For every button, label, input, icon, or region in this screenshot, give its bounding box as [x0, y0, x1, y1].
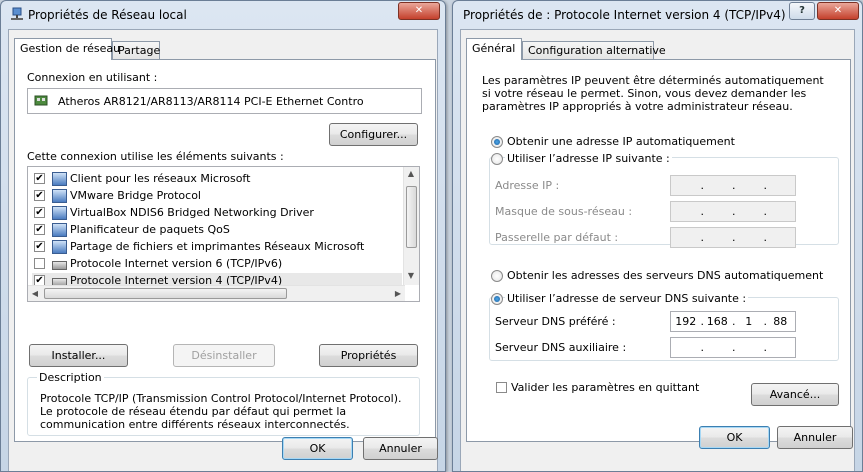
service-icon	[52, 189, 67, 203]
ip-manual-label[interactable]: Utiliser l’adresse IP suivante :	[505, 152, 672, 165]
item-checkbox[interactable]	[34, 258, 45, 269]
protocol-icon	[52, 261, 67, 270]
horizontal-scrollbar[interactable]: ◀ ▶	[28, 285, 405, 301]
tab-general[interactable]: Général	[466, 38, 522, 60]
intro-text: Les paramètres IP peuvent être déterminé…	[482, 74, 824, 113]
scroll-up-icon[interactable]: ▲	[404, 169, 418, 178]
scroll-left-icon[interactable]: ◀	[28, 289, 42, 298]
item-label: VirtualBox NDIS6 Bridged Networking Driv…	[70, 206, 314, 219]
list-item[interactable]: ✔ VirtualBox NDIS6 Bridged Networking Dri…	[32, 205, 402, 222]
scroll-right-icon[interactable]: ▶	[391, 289, 405, 298]
dialog-body: Général Configuration alternative Les pa…	[460, 29, 855, 471]
item-checkbox[interactable]: ✔	[34, 190, 45, 201]
item-checkbox[interactable]: ✔	[34, 224, 45, 235]
dialog-body: Gestion de réseau Partage Connexion en u…	[8, 29, 438, 471]
dns-octet-2[interactable]: 168	[703, 315, 733, 328]
help-button[interactable]: ?	[789, 2, 815, 20]
close-button[interactable]: ✕	[817, 2, 859, 20]
service-icon	[52, 223, 67, 237]
list-item[interactable]: ✔ Partage de fichiers et imprimantes Rése…	[32, 239, 402, 256]
components-list[interactable]: ✔ Client pour les réseaux Microsoft ✔ VMwar…	[27, 166, 420, 302]
ok-button[interactable]: OK	[282, 437, 353, 460]
ip-address-label: Adresse IP :	[495, 179, 560, 192]
validate-label[interactable]: Valider les paramètres en quittant	[511, 381, 699, 394]
close-button[interactable]: ✕	[398, 2, 440, 20]
item-label: VMware Bridge Protocol	[70, 189, 201, 202]
service-icon	[52, 172, 67, 186]
adapter-icon	[34, 94, 49, 111]
tab-alternate-configuration[interactable]: Configuration alternative	[522, 41, 666, 60]
elements-label: Cette connexion utilise les éléments sui…	[27, 150, 284, 163]
description-text: Protocole TCP/IP (Transmission Control P…	[40, 392, 402, 431]
dns-auto-label[interactable]: Obtenir les adresses des serveurs DNS au…	[507, 269, 823, 282]
window-title: Propriétés de Réseau local	[28, 8, 187, 22]
subnet-mask-label: Masque de sous-réseau :	[495, 205, 633, 218]
service-icon	[52, 240, 67, 254]
item-checkbox[interactable]: ✔	[34, 241, 45, 252]
uninstall-button: Désinstaller	[173, 344, 275, 367]
ip-auto-radio[interactable]	[491, 136, 503, 148]
ip-manual-radio[interactable]	[491, 153, 503, 165]
item-label: Client pour les réseaux Microsoft	[70, 172, 251, 185]
dns-manual-label[interactable]: Utiliser l’adresse de serveur DNS suivan…	[505, 292, 749, 305]
help-icon: ?	[799, 5, 805, 16]
item-label: Protocole Internet version 6 (TCP/IPv6)	[70, 257, 283, 270]
tab-networking[interactable]: Gestion de réseau	[14, 38, 120, 60]
advanced-button[interactable]: Avancé...	[751, 383, 839, 406]
close-icon: ✕	[833, 5, 843, 16]
adapter-field: Atheros AR8121/AR8113/AR8114 PCI-E Ether…	[27, 88, 422, 114]
alternate-dns-field[interactable]: ...	[670, 337, 796, 358]
subnet-mask-field: ...	[670, 201, 796, 222]
dns-octet-4[interactable]: 88	[766, 315, 796, 328]
dns-octet-3[interactable]: 1	[734, 315, 764, 328]
networking-panel: Connexion en utilisant : Atheros AR8121/…	[14, 59, 436, 442]
description-group: Description Protocole TCP/IP (Transmissi…	[27, 371, 420, 436]
network-icon	[10, 7, 24, 21]
dns-manual-radio[interactable]	[491, 293, 503, 305]
validate-checkbox[interactable]	[496, 382, 507, 393]
scroll-thumb[interactable]	[406, 186, 417, 248]
window-title: Propriétés de : Protocole Internet versi…	[463, 8, 786, 22]
ip-address-field: ...	[670, 175, 796, 196]
item-checkbox[interactable]: ✔	[34, 173, 45, 184]
hscroll-thumb[interactable]	[44, 288, 287, 299]
ip-auto-label[interactable]: Obtenir une adresse IP automatiquement	[507, 135, 735, 148]
connect-using-label: Connexion en utilisant :	[27, 71, 158, 84]
network-properties-dialog: Propriétés de Réseau local ✕ Gestion de …	[0, 0, 446, 472]
ok-button[interactable]: OK	[699, 426, 770, 449]
cancel-button[interactable]: Annuler	[363, 437, 438, 460]
alternate-dns-label: Serveur DNS auxiliaire :	[495, 341, 627, 354]
title-bar[interactable]: Propriétés de : Protocole Internet versi…	[453, 1, 862, 29]
service-icon	[52, 206, 67, 220]
scroll-down-icon[interactable]: ▼	[404, 271, 418, 280]
configure-button[interactable]: Configurer...	[329, 123, 418, 146]
vertical-scrollbar[interactable]: ▲ ▼	[403, 167, 419, 285]
install-button[interactable]: Installer...	[29, 344, 128, 367]
list-item[interactable]: ✔ Planificateur de paquets QoS	[32, 222, 402, 239]
default-gateway-label: Passerelle par défaut :	[495, 231, 619, 244]
cancel-button[interactable]: Annuler	[777, 426, 853, 449]
default-gateway-field: ...	[670, 227, 796, 248]
dns-auto-radio[interactable]	[491, 270, 503, 282]
general-panel: Les paramètres IP peuvent être déterminé…	[466, 59, 851, 442]
item-label: Partage de fichiers et imprimantes Résea…	[70, 240, 365, 253]
properties-button[interactable]: Propriétés	[319, 344, 418, 367]
item-label: Planificateur de paquets QoS	[70, 223, 230, 236]
list-item[interactable]: ✔ Client pour les réseaux Microsoft	[32, 171, 402, 188]
list-item[interactable]: Protocole Internet version 6 (TCP/IPv6)	[32, 256, 402, 273]
list-item[interactable]: ✔ VMware Bridge Protocol	[32, 188, 402, 205]
item-checkbox[interactable]: ✔	[34, 207, 45, 218]
adapter-name: Atheros AR8121/AR8113/AR8114 PCI-E Ether…	[58, 95, 364, 108]
ipv4-properties-dialog: Propriétés de : Protocole Internet versi…	[452, 0, 863, 472]
title-bar[interactable]: Propriétés de Réseau local ✕	[1, 1, 445, 29]
description-title: Description	[37, 371, 104, 384]
preferred-dns-label: Serveur DNS préféré :	[495, 315, 616, 328]
dns-octet-1[interactable]: 192	[671, 315, 701, 328]
preferred-dns-field[interactable]: 192. 168. 1. 88	[670, 311, 796, 332]
close-icon: ✕	[414, 5, 424, 16]
